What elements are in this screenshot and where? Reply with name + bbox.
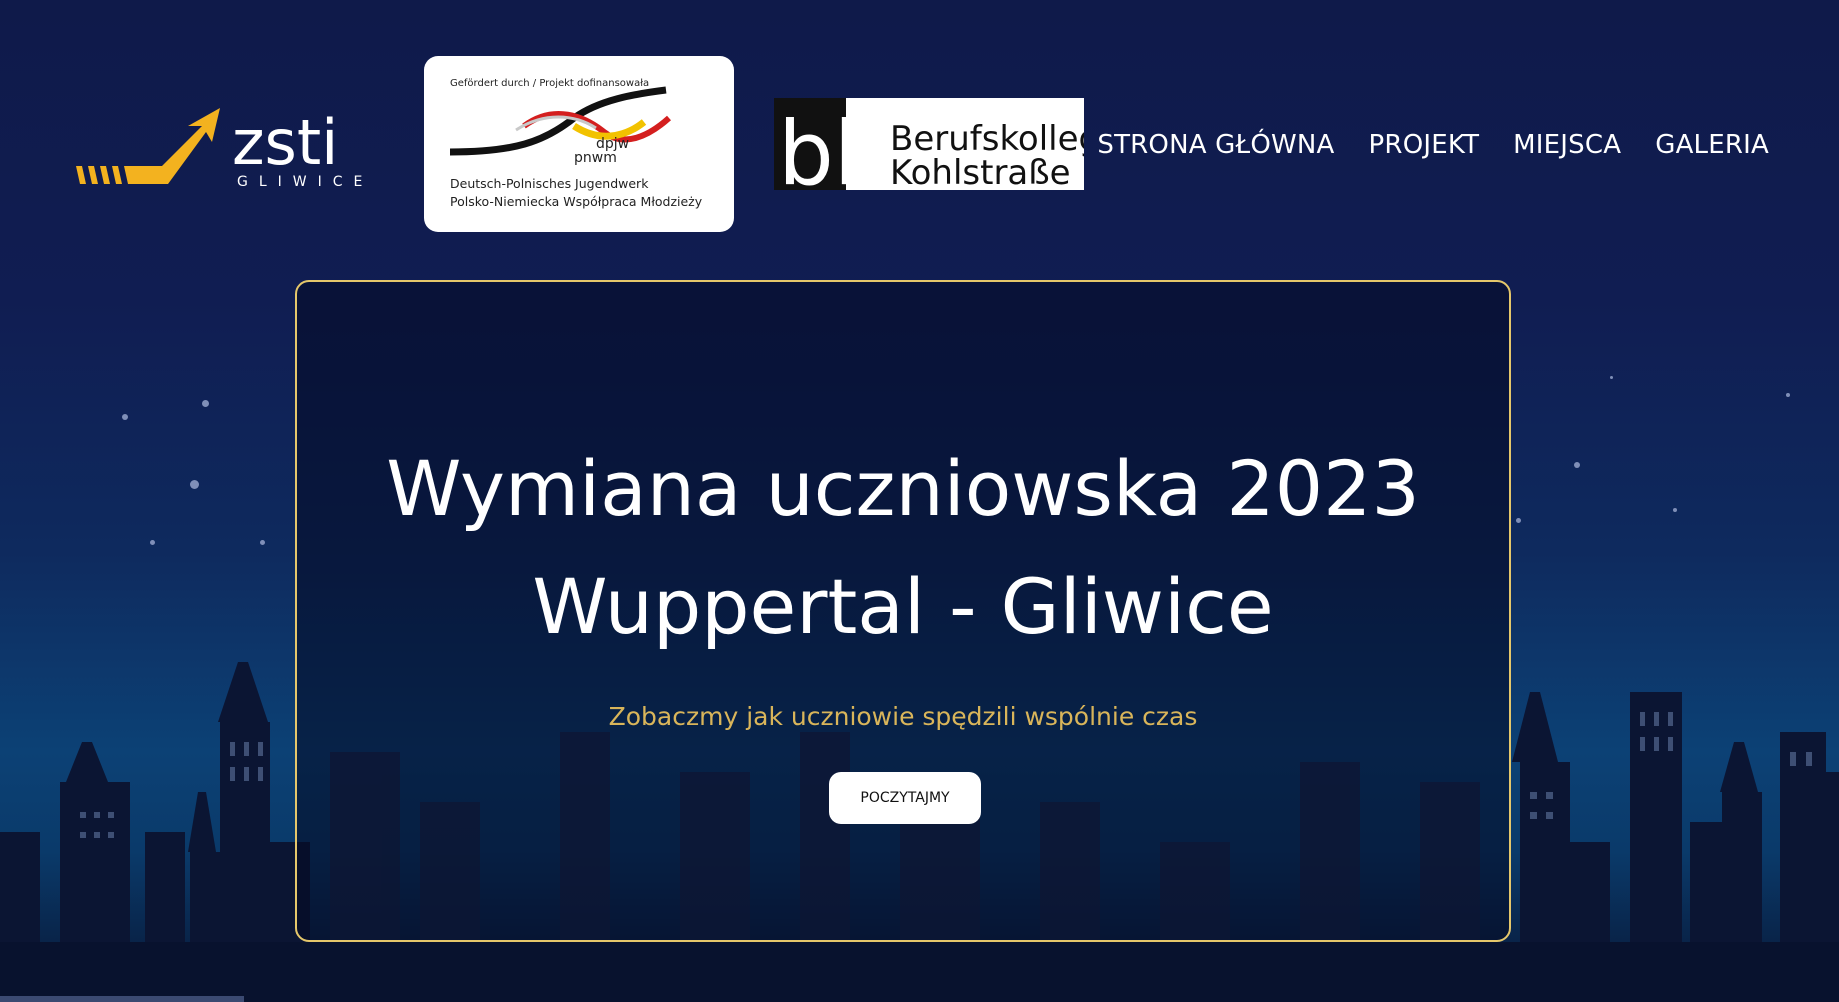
bottom-scroll-indicator [0, 996, 244, 1002]
hero-card: Wymiana uczniowska 2023 Wuppertal - Gliw… [295, 280, 1511, 942]
dpjw-name-pl: Polsko-Niemiecka Współpraca Młodzieży [450, 194, 703, 209]
nav-miejsca[interactable]: MIEJSCA [1513, 130, 1621, 160]
hero-subtitle: Zobaczmy jak uczniowie spędzili wspólnie… [608, 702, 1198, 731]
nav-strona-glowna[interactable]: STRONA GŁÓWNA [1097, 130, 1334, 160]
zsti-gliwice-logo[interactable]: zsti GLIWICE [72, 96, 372, 196]
dpjw-funding-note: Gefördert durch / Projekt dofinansowała [450, 78, 649, 89]
dpjw-pnwm-logo[interactable]: Gefördert durch / Projekt dofinansowała … [424, 56, 734, 232]
zsti-subtitle: GLIWICE [237, 174, 372, 190]
dpjw-name-de: Deutsch-Polnisches Jugendwerk [450, 176, 649, 191]
zsti-wordmark: zsti [232, 106, 338, 179]
hero-title: Wymiana uczniowska 2023 Wuppertal - Gliw… [297, 430, 1509, 666]
bk-mark: bk [778, 102, 885, 190]
ground [0, 942, 1839, 1002]
pnwm-mark: pnwm [574, 150, 617, 166]
hero-title-line-1: Wymiana uczniowska 2023 [386, 444, 1420, 533]
nav-galeria[interactable]: GALERIA [1655, 130, 1769, 160]
main-nav: STRONA GŁÓWNA PROJEKT MIEJSCA GALERIA [1097, 130, 1769, 160]
berufskolleg-logo[interactable]: bk Berufskolleg Kohlstraße [774, 98, 1100, 205]
read-more-button[interactable]: POCZYTAJMY [829, 772, 981, 824]
nav-projekt[interactable]: PROJEKT [1369, 130, 1480, 160]
hero-title-line-2: Wuppertal - Gliwice [532, 562, 1274, 651]
bk-line-2: Kohlstraße [890, 153, 1071, 190]
